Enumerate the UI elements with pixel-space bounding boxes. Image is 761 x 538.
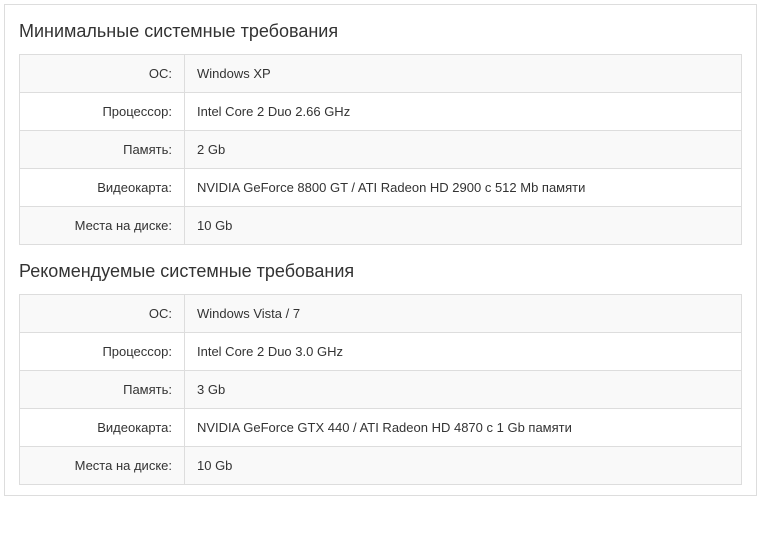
table-row: Места на диске: 10 Gb <box>20 447 742 485</box>
spec-label: ОС: <box>20 55 185 93</box>
table-row: ОС: Windows Vista / 7 <box>20 295 742 333</box>
spec-value: 10 Gb <box>185 207 742 245</box>
table-row: Память: 3 Gb <box>20 371 742 409</box>
spec-label: ОС: <box>20 295 185 333</box>
spec-value: 3 Gb <box>185 371 742 409</box>
spec-label: Видеокарта: <box>20 169 185 207</box>
spec-label: Видеокарта: <box>20 409 185 447</box>
spec-value: NVIDIA GeForce GTX 440 / ATI Radeon HD 4… <box>185 409 742 447</box>
table-row: Видеокарта: NVIDIA GeForce 8800 GT / ATI… <box>20 169 742 207</box>
spec-label: Места на диске: <box>20 447 185 485</box>
spec-value: Intel Core 2 Duo 2.66 GHz <box>185 93 742 131</box>
minimum-requirements-table: ОС: Windows XP Процессор: Intel Core 2 D… <box>19 54 742 245</box>
system-requirements-panel: Минимальные системные требования ОС: Win… <box>4 4 757 496</box>
minimum-requirements-title: Минимальные системные требования <box>19 21 742 42</box>
spec-label: Места на диске: <box>20 207 185 245</box>
spec-label: Память: <box>20 131 185 169</box>
table-row: ОС: Windows XP <box>20 55 742 93</box>
table-row: Процессор: Intel Core 2 Duo 3.0 GHz <box>20 333 742 371</box>
spec-value: 10 Gb <box>185 447 742 485</box>
table-row: Видеокарта: NVIDIA GeForce GTX 440 / ATI… <box>20 409 742 447</box>
table-row: Память: 2 Gb <box>20 131 742 169</box>
table-row: Места на диске: 10 Gb <box>20 207 742 245</box>
spec-label: Память: <box>20 371 185 409</box>
recommended-requirements-table: ОС: Windows Vista / 7 Процессор: Intel C… <box>19 294 742 485</box>
spec-label: Процессор: <box>20 93 185 131</box>
spec-value: 2 Gb <box>185 131 742 169</box>
spec-value: Windows XP <box>185 55 742 93</box>
spec-value: Windows Vista / 7 <box>185 295 742 333</box>
spec-label: Процессор: <box>20 333 185 371</box>
spec-value: Intel Core 2 Duo 3.0 GHz <box>185 333 742 371</box>
table-row: Процессор: Intel Core 2 Duo 2.66 GHz <box>20 93 742 131</box>
recommended-requirements-title: Рекомендуемые системные требования <box>19 261 742 282</box>
spec-value: NVIDIA GeForce 8800 GT / ATI Radeon HD 2… <box>185 169 742 207</box>
